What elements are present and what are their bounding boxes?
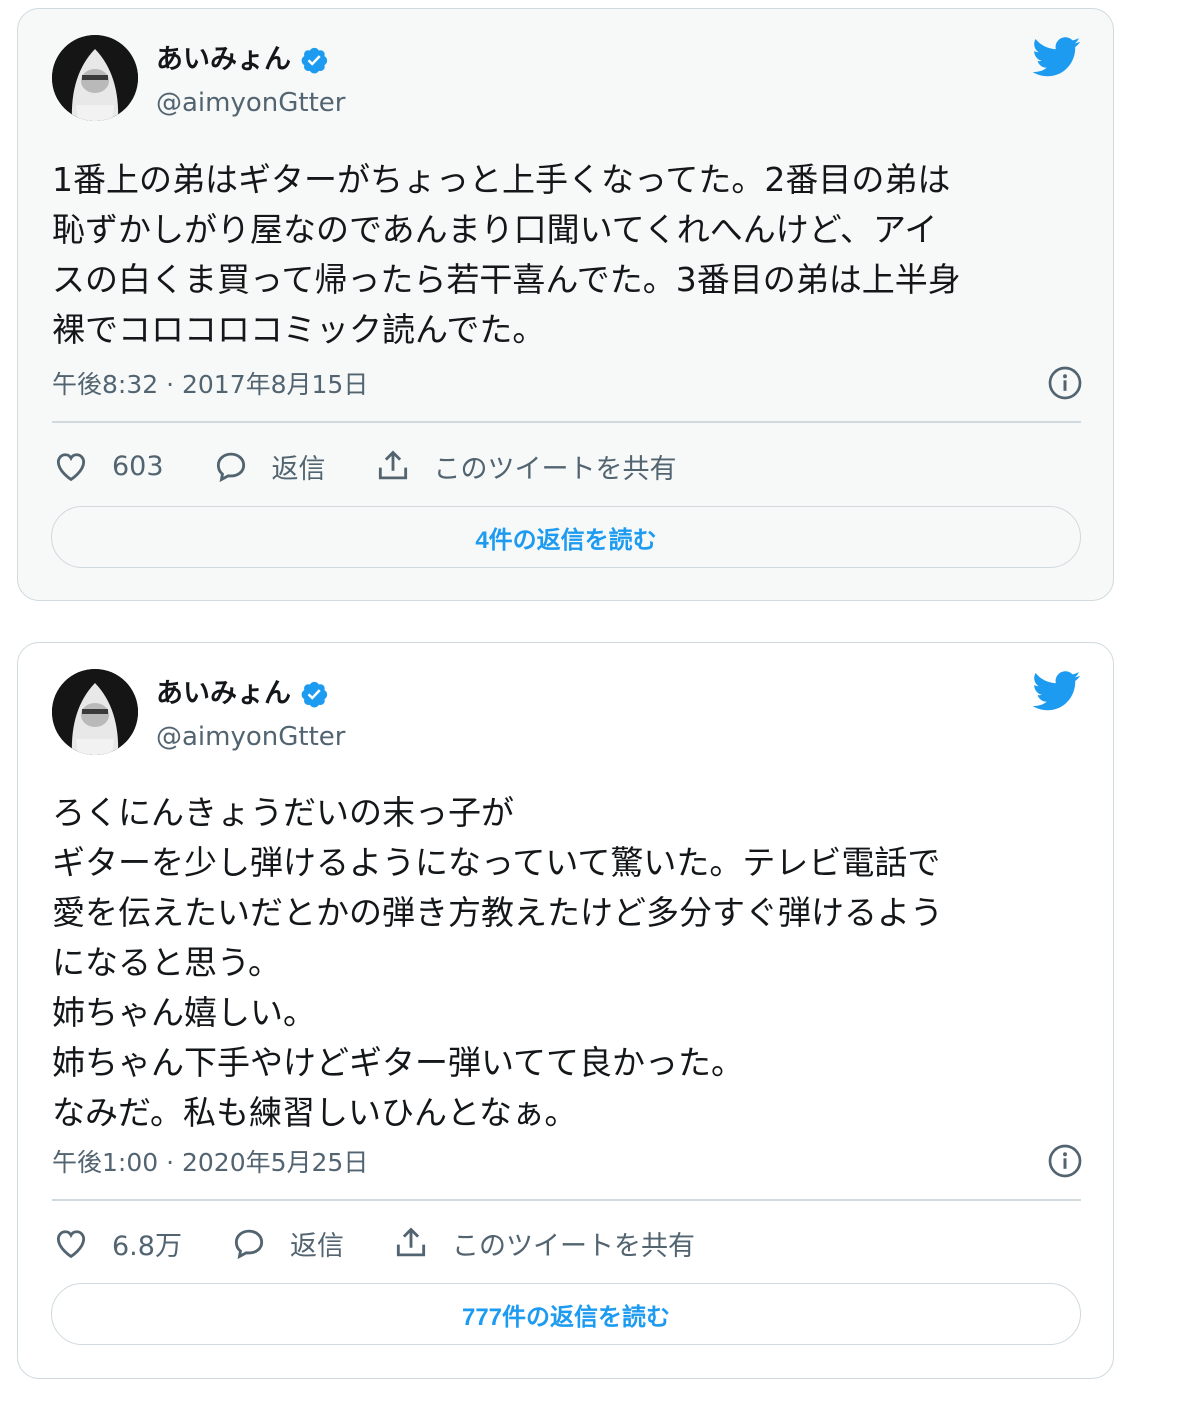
author-handle[interactable]: @aimyonGtter xyxy=(156,721,345,753)
twitter-bird-icon[interactable] xyxy=(1033,671,1081,711)
reply-button[interactable]: 返信 xyxy=(212,447,326,486)
info-icon[interactable] xyxy=(1047,365,1083,401)
tweet-text: ろくにんきょうだいの末っ子が ギターを少し弾けるようになっていて驚いた。テレビ電… xyxy=(52,793,943,1132)
share-button[interactable]: このツイートを共有 xyxy=(374,447,677,486)
avatar[interactable] xyxy=(52,669,138,755)
reply-label: 返信 xyxy=(289,1230,344,1262)
share-label: このツイートを共有 xyxy=(451,1230,695,1262)
reply-bubble-icon xyxy=(216,452,245,483)
share-label: このツイートを共有 xyxy=(433,453,677,485)
author-name[interactable]: あいみょん xyxy=(156,43,291,77)
heart-icon xyxy=(56,453,86,482)
tweet-actions: 6.8万 返信 このツイートを共有 xyxy=(52,1221,743,1265)
tweet-actions: 603 返信 このツイートを共有 xyxy=(52,444,725,488)
tweet-timestamp[interactable]: 午後8:32 · 2017年8月15日 xyxy=(52,365,368,401)
divider xyxy=(52,421,1081,423)
like-button[interactable]: 603 xyxy=(52,447,164,485)
like-button[interactable]: 6.8万 xyxy=(52,1224,182,1263)
author-handle[interactable]: @aimyonGtter xyxy=(156,87,345,119)
like-count: 6.8万 xyxy=(112,1230,182,1262)
twitter-bird-icon[interactable] xyxy=(1033,37,1081,77)
verified-badge-icon xyxy=(301,681,328,708)
divider xyxy=(52,1199,1081,1201)
avatar[interactable] xyxy=(52,35,138,121)
tweet-text: 1番上の弟はギターがちょっと上手くなってた。2番目の弟は 恥ずかしがり屋なのであ… xyxy=(52,160,961,349)
share-button[interactable]: このツイートを共有 xyxy=(392,1224,695,1263)
reply-button[interactable]: 返信 xyxy=(230,1224,344,1263)
share-icon xyxy=(396,1227,426,1257)
like-count: 603 xyxy=(112,450,164,482)
read-replies-button[interactable]: 4件の返信を読む xyxy=(51,506,1081,568)
verified-badge-icon xyxy=(301,47,328,74)
reply-bubble-icon xyxy=(234,1229,264,1260)
tweet-card[interactable]: あいみょん @aimyonGtter 1番上の弟はギターがちょっと上手くなってた… xyxy=(17,8,1114,601)
reply-label: 返信 xyxy=(271,453,326,485)
heart-icon xyxy=(56,1230,86,1259)
info-icon[interactable] xyxy=(1047,1143,1083,1179)
tweet-timestamp[interactable]: 午後1:00 · 2020年5月25日 xyxy=(52,1143,368,1179)
author-name[interactable]: あいみょん xyxy=(156,677,291,711)
read-replies-button[interactable]: 777件の返信を読む xyxy=(51,1283,1081,1345)
tweet-card[interactable]: あいみょん @aimyonGtter ろくにんきょうだいの末っ子が ギターを少し… xyxy=(17,642,1114,1379)
share-icon xyxy=(378,450,407,480)
